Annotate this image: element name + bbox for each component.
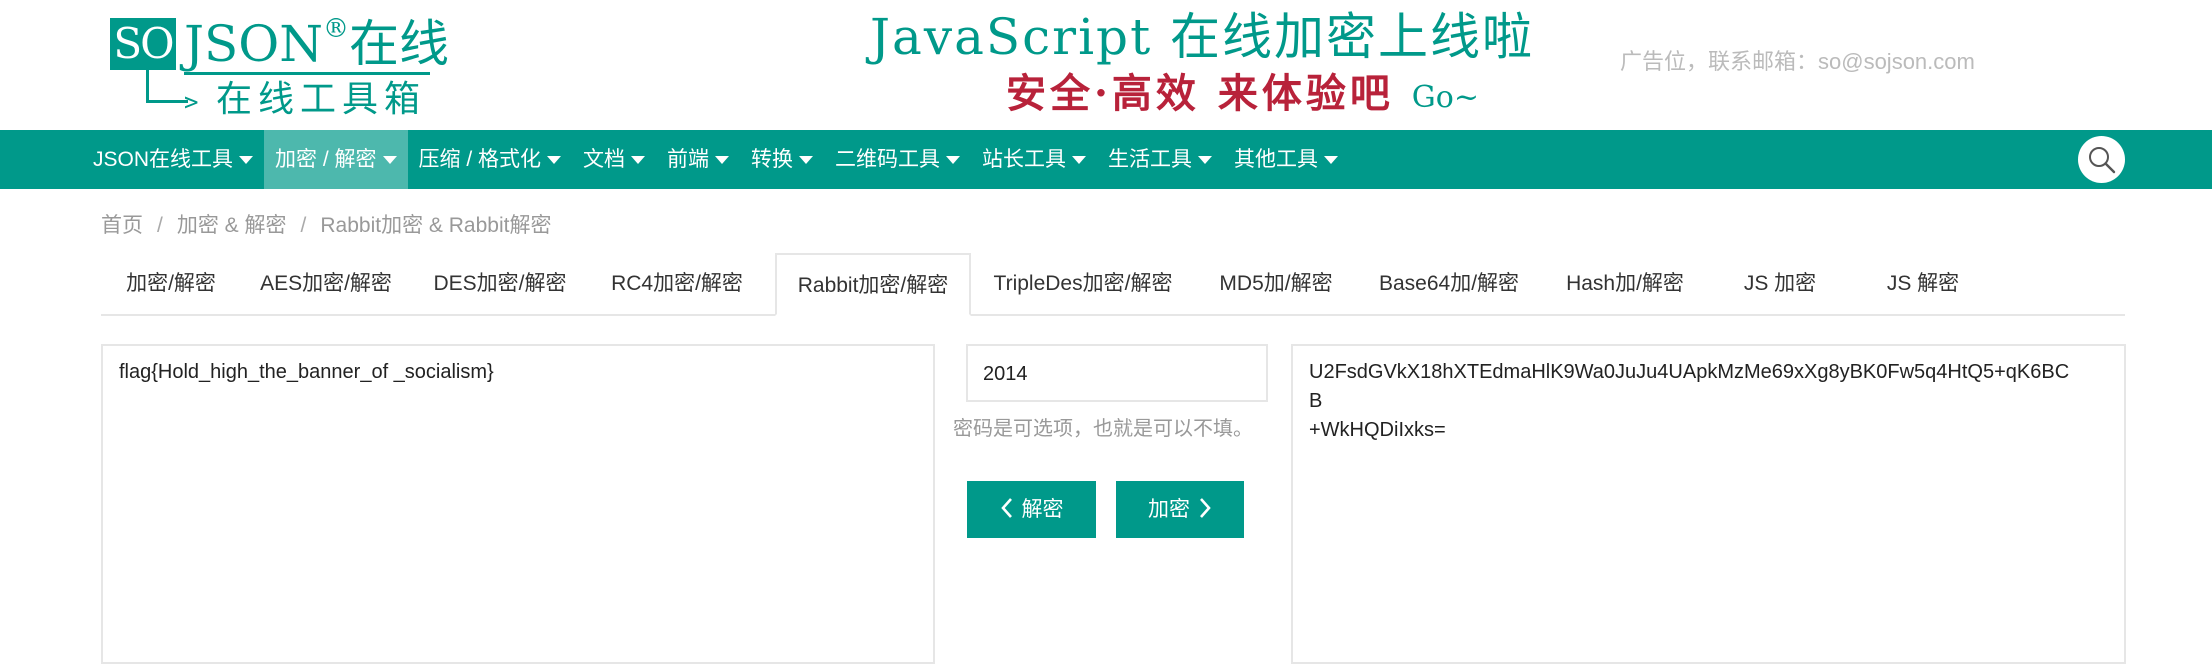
sojson-logo[interactable]: SO JSON®在线 > 在线工具箱 xyxy=(110,10,449,120)
encrypt-button[interactable]: 加密 xyxy=(1116,481,1244,538)
caret-down-icon xyxy=(1324,155,1339,164)
decrypt-button[interactable]: 解密 xyxy=(967,481,1096,538)
logo-registered-mark: ® xyxy=(323,14,350,44)
promo-banner[interactable]: JavaScript 在线加密上线啦 安全·高效 来体验吧 Go~ xyxy=(860,6,1580,124)
password-hint: 密码是可选项，也就是可以不填。 xyxy=(953,418,1253,440)
ciphertext-line-3: +WkHQDiIxks= xyxy=(1309,419,1446,441)
caret-down-icon xyxy=(946,155,961,164)
tab-js-decrypt[interactable]: JS 解密 xyxy=(1851,253,1995,314)
tab-md5[interactable]: MD5加/解密 xyxy=(1195,253,1357,314)
site-header: SO JSON®在线 > 在线工具箱 JavaScript 在线加密上线啦 安全… xyxy=(0,0,2212,130)
encrypt-button-label: 加密 xyxy=(1148,498,1190,521)
tab-aes[interactable]: AES加密/解密 xyxy=(241,253,411,314)
promo-go: Go~ xyxy=(1411,80,1479,115)
nav-item-compress-format[interactable]: 压缩 / 格式化 xyxy=(408,130,573,189)
caret-down-icon xyxy=(1072,155,1087,164)
tool-tabs: 加密/解密 AES加密/解密 DES加密/解密 RC4加密/解密 Rabbit加… xyxy=(101,253,2125,316)
logo-subtitle: 在线工具箱 xyxy=(216,79,427,120)
caret-down-icon xyxy=(799,155,814,164)
ciphertext-value: U2FsdGVkX18hXTEdmaHlK9Wa0JuJu4UApkMzMe69… xyxy=(1309,358,2109,445)
ciphertext-line-1: U2FsdGVkX18hXTEdmaHlK9Wa0JuJu4UApkMzMe69… xyxy=(1309,361,2070,383)
caret-down-icon xyxy=(382,155,397,164)
promo-subtitle-text: 安全·高效 来体验吧 xyxy=(1006,70,1394,117)
nav-item-other-tools[interactable]: 其他工具 xyxy=(1223,130,1349,189)
search-icon xyxy=(2089,147,2116,174)
tab-tripledes[interactable]: TripleDes加密/解密 xyxy=(971,253,1195,314)
ciphertext-line-2: B xyxy=(1309,390,1323,412)
logo-online-word: 在线 xyxy=(349,15,450,73)
breadcrumb-separator: / xyxy=(157,214,163,237)
nav-item-label: 站长工具 xyxy=(982,148,1067,171)
breadcrumb-encrypt-decrypt[interactable]: 加密 & 解密 xyxy=(177,214,287,237)
caret-down-icon xyxy=(631,155,646,164)
tab-js-encrypt[interactable]: JS 加密 xyxy=(1709,253,1851,314)
logo-arrowhead-icon: > xyxy=(184,88,199,116)
caret-down-icon xyxy=(1198,155,1213,164)
ciphertext-textarea[interactable]: U2FsdGVkX18hXTEdmaHlK9Wa0JuJu4UApkMzMe69… xyxy=(1291,344,2126,664)
nav-item-frontend[interactable]: 前端 xyxy=(656,130,740,189)
breadcrumb-separator: / xyxy=(300,214,307,237)
caret-down-icon xyxy=(715,155,730,164)
nav-item-docs[interactable]: 文档 xyxy=(572,130,656,189)
nav-item-label: 加密 / 解密 xyxy=(275,148,377,171)
plaintext-value: flag{Hold_high_the_banner_of _socialism} xyxy=(119,361,494,383)
nav-item-encrypt-decrypt[interactable]: 加密 / 解密 xyxy=(264,130,408,189)
caret-down-icon xyxy=(547,155,562,164)
nav-item-convert[interactable]: 转换 xyxy=(740,130,824,189)
breadcrumb: 首页 / 加密 & 解密 / Rabbit加密 & Rabbit解密 xyxy=(101,210,551,242)
password-input[interactable]: 2014 xyxy=(966,344,1268,402)
nav-item-label: 二维码工具 xyxy=(835,148,941,171)
logo-json-word: JSON xyxy=(184,15,324,73)
tab-rabbit[interactable]: Rabbit加密/解密 xyxy=(775,253,971,316)
tab-des[interactable]: DES加密/解密 xyxy=(411,253,589,314)
logo-so-box: SO xyxy=(110,18,176,70)
nav-item-label: 生活工具 xyxy=(1108,148,1193,171)
nav-item-life-tools[interactable]: 生活工具 xyxy=(1097,130,1223,189)
logo-arrow-shaft xyxy=(146,100,188,103)
nav-item-qrcode-tools[interactable]: 二维码工具 xyxy=(824,130,971,189)
nav-item-label: 转换 xyxy=(751,148,794,171)
chevron-left-icon xyxy=(1000,498,1012,518)
ad-placeholder[interactable]: 广告位，联系邮箱：so@sojson.com xyxy=(1620,46,1975,78)
promo-subtitle: 安全·高效 来体验吧 Go~ xyxy=(1006,68,1479,124)
search-button[interactable] xyxy=(2078,136,2125,183)
main-nav: JSON在线工具 加密 / 解密 压缩 / 格式化 文档 前端 转换 二维码工具… xyxy=(0,130,2212,189)
nav-item-webmaster-tools[interactable]: 站长工具 xyxy=(971,130,1097,189)
tab-base64[interactable]: Base64加/解密 xyxy=(1357,253,1541,314)
tab-rc4[interactable]: RC4加密/解密 xyxy=(589,253,765,314)
breadcrumb-current: Rabbit加密 & Rabbit解密 xyxy=(320,214,552,237)
decrypt-button-label: 解密 xyxy=(1021,498,1064,521)
nav-item-label: 前端 xyxy=(667,148,710,171)
logo-arrow-stem xyxy=(146,70,149,102)
logo-underline xyxy=(184,72,430,75)
chevron-right-icon xyxy=(1200,498,1211,518)
logo-json-text: JSON®在线 xyxy=(184,16,449,72)
nav-item-label: 文档 xyxy=(583,148,626,171)
nav-item-json-tools[interactable]: JSON在线工具 xyxy=(82,130,264,189)
breadcrumb-home[interactable]: 首页 xyxy=(101,214,143,237)
caret-down-icon xyxy=(239,155,254,164)
promo-title: JavaScript 在线加密上线啦 xyxy=(870,8,1535,66)
tab-hash[interactable]: Hash加/解密 xyxy=(1541,253,1709,314)
password-value: 2014 xyxy=(983,363,1028,385)
tab-encrypt-decrypt[interactable]: 加密/解密 xyxy=(101,253,241,314)
nav-item-label: JSON在线工具 xyxy=(93,148,234,171)
nav-item-label: 压缩 / 格式化 xyxy=(418,148,542,171)
nav-item-label: 其他工具 xyxy=(1234,148,1319,171)
plaintext-textarea[interactable]: flag{Hold_high_the_banner_of _socialism} xyxy=(101,344,935,664)
nav-menu: JSON在线工具 加密 / 解密 压缩 / 格式化 文档 前端 转换 二维码工具… xyxy=(82,130,1349,189)
